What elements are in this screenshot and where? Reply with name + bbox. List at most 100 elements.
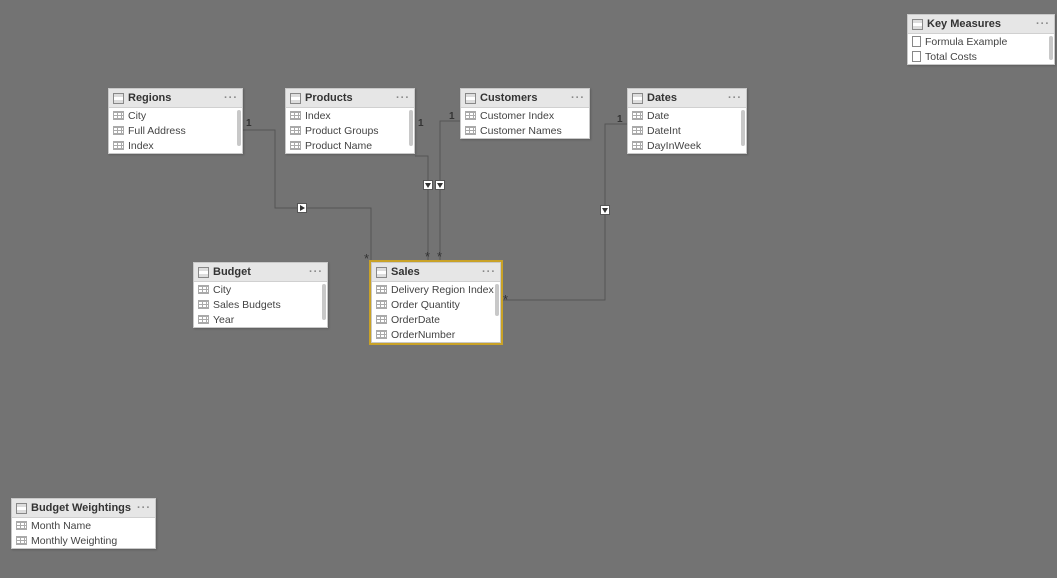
- field-item[interactable]: OrderDate: [372, 312, 500, 327]
- table-budget-weightings[interactable]: Budget Weightings ··· Month Name Monthly…: [11, 498, 156, 549]
- table-title: Regions: [128, 92, 171, 104]
- field-item[interactable]: Date: [628, 108, 746, 123]
- table-icon: [632, 93, 643, 104]
- field-label: Customer Names: [480, 125, 562, 137]
- measure-item[interactable]: Formula Example: [908, 34, 1054, 49]
- field-label: OrderNumber: [391, 329, 455, 341]
- table-header[interactable]: Products ···: [286, 89, 414, 108]
- field-item[interactable]: Full Address: [109, 123, 242, 138]
- field-item[interactable]: DayInWeek: [628, 138, 746, 153]
- table-header[interactable]: Regions ···: [109, 89, 242, 108]
- scrollbar[interactable]: [495, 284, 499, 316]
- table-title: Products: [305, 92, 353, 104]
- table-icon: [912, 19, 923, 30]
- model-canvas[interactable]: 1 1 1 1 * * * * Regions ··· City Full Ad…: [0, 0, 1057, 578]
- table-title: Budget Weightings: [31, 502, 131, 514]
- field-label: DateInt: [647, 125, 681, 137]
- table-header[interactable]: Customers ···: [461, 89, 589, 108]
- table-icon: [376, 267, 387, 278]
- field-item[interactable]: City: [109, 108, 242, 123]
- scrollbar[interactable]: [322, 284, 326, 320]
- scrollbar[interactable]: [741, 110, 745, 146]
- field-label: Sales Budgets: [213, 299, 281, 311]
- table-icon: [113, 93, 124, 104]
- table-regions[interactable]: Regions ··· City Full Address Index: [108, 88, 243, 154]
- measure-item[interactable]: Total Costs: [908, 49, 1054, 64]
- field-label: Index: [128, 140, 154, 152]
- field-label: Product Groups: [305, 125, 379, 137]
- column-icon: [632, 111, 643, 120]
- table-more-button[interactable]: ···: [728, 92, 742, 104]
- field-item[interactable]: Index: [286, 108, 414, 123]
- field-label: DayInWeek: [647, 140, 701, 152]
- measure-icon: [912, 36, 921, 47]
- filter-direction-arrow: [423, 180, 433, 190]
- column-icon: [16, 536, 27, 545]
- table-title: Customers: [480, 92, 537, 104]
- field-label: Customer Index: [480, 110, 554, 122]
- field-label: Index: [305, 110, 331, 122]
- table-key-measures[interactable]: Key Measures ··· Formula Example Total C…: [907, 14, 1055, 65]
- field-item[interactable]: Sales Budgets: [194, 297, 327, 312]
- field-item[interactable]: Product Name: [286, 138, 414, 153]
- table-icon: [290, 93, 301, 104]
- table-header[interactable]: Sales ···: [372, 263, 500, 282]
- table-customers[interactable]: Customers ··· Customer Index Customer Na…: [460, 88, 590, 139]
- table-header[interactable]: Budget ···: [194, 263, 327, 282]
- field-label: Monthly Weighting: [31, 535, 117, 547]
- table-header[interactable]: Key Measures ···: [908, 15, 1054, 34]
- table-icon: [198, 267, 209, 278]
- field-item[interactable]: City: [194, 282, 327, 297]
- field-label: Delivery Region Index: [391, 284, 494, 296]
- scrollbar[interactable]: [1049, 36, 1053, 60]
- column-icon: [290, 126, 301, 135]
- table-more-button[interactable]: ···: [137, 502, 151, 514]
- field-item[interactable]: Year: [194, 312, 327, 327]
- column-icon: [198, 300, 209, 309]
- table-budget[interactable]: Budget ··· City Sales Budgets Year: [193, 262, 328, 328]
- column-icon: [113, 141, 124, 150]
- table-sales[interactable]: Sales ··· Delivery Region Index Order Qu…: [371, 262, 501, 343]
- column-icon: [376, 300, 387, 309]
- field-item[interactable]: Customer Names: [461, 123, 589, 138]
- table-more-button[interactable]: ···: [1036, 18, 1050, 30]
- field-item[interactable]: OrderNumber: [372, 327, 500, 342]
- scrollbar[interactable]: [409, 110, 413, 146]
- column-icon: [632, 126, 643, 135]
- field-item[interactable]: Month Name: [12, 518, 155, 533]
- field-item[interactable]: DateInt: [628, 123, 746, 138]
- column-icon: [198, 315, 209, 324]
- scrollbar[interactable]: [237, 110, 241, 146]
- table-header[interactable]: Budget Weightings ···: [12, 499, 155, 518]
- field-item[interactable]: Order Quantity: [372, 297, 500, 312]
- table-more-button[interactable]: ···: [571, 92, 585, 104]
- column-icon: [632, 141, 643, 150]
- table-more-button[interactable]: ···: [309, 266, 323, 278]
- field-item[interactable]: Customer Index: [461, 108, 589, 123]
- table-more-button[interactable]: ···: [482, 266, 496, 278]
- field-label: Date: [647, 110, 669, 122]
- table-dates[interactable]: Dates ··· Date DateInt DayInWeek: [627, 88, 747, 154]
- field-label: Total Costs: [925, 51, 977, 63]
- field-item[interactable]: Index: [109, 138, 242, 153]
- column-icon: [376, 285, 387, 294]
- field-label: Product Name: [305, 140, 372, 152]
- column-icon: [290, 141, 301, 150]
- relationship-lines: [0, 0, 1057, 578]
- cardinality-many: *: [503, 293, 508, 306]
- table-title: Dates: [647, 92, 677, 104]
- column-icon: [376, 315, 387, 324]
- field-item[interactable]: Product Groups: [286, 123, 414, 138]
- table-more-button[interactable]: ···: [396, 92, 410, 104]
- filter-direction-arrow: [297, 203, 307, 213]
- column-icon: [113, 126, 124, 135]
- field-label: City: [128, 110, 146, 122]
- table-icon: [16, 503, 27, 514]
- table-title: Key Measures: [927, 18, 1001, 30]
- field-item[interactable]: Delivery Region Index: [372, 282, 500, 297]
- table-products[interactable]: Products ··· Index Product Groups Produc…: [285, 88, 415, 154]
- field-item[interactable]: Monthly Weighting: [12, 533, 155, 548]
- column-icon: [376, 330, 387, 339]
- table-header[interactable]: Dates ···: [628, 89, 746, 108]
- table-more-button[interactable]: ···: [224, 92, 238, 104]
